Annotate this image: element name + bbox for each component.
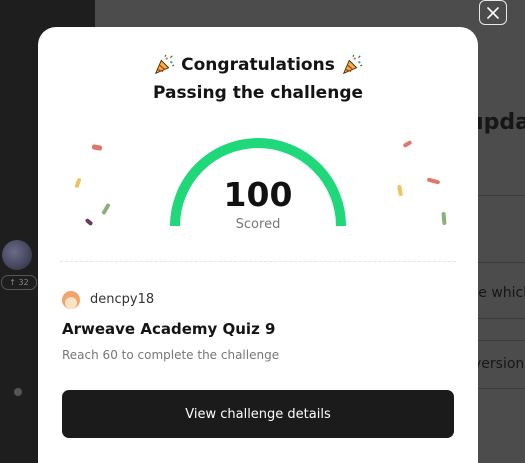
confetti-piece	[402, 140, 413, 148]
backdrop-text-fragment: ve which	[470, 285, 525, 301]
username: dencpy18	[90, 292, 155, 307]
backdrop-badge: ↑ 32	[1, 275, 37, 290]
party-popper-icon	[155, 54, 175, 75]
quiz-description: Reach 60 to complete the challenge	[62, 348, 280, 362]
close-button[interactable]	[479, 0, 507, 25]
party-popper-icon	[342, 54, 363, 75]
quiz-title: Arweave Academy Quiz 9	[62, 320, 276, 338]
score-value: 100	[223, 175, 293, 214]
backdrop-text-fragment: version	[473, 356, 525, 372]
congratulations-modal: Congratulations Passing the challenge 10…	[38, 27, 478, 463]
score-label: Scored	[235, 217, 281, 232]
view-challenge-details-button[interactable]: View challenge details	[62, 390, 454, 438]
modal-title-row: Congratulations	[38, 54, 478, 76]
close-icon	[487, 6, 499, 19]
section-divider	[60, 261, 456, 262]
backdrop-avatar	[2, 240, 32, 270]
confetti-piece	[91, 144, 103, 151]
backdrop-dot	[14, 388, 22, 396]
modal-title: Congratulations	[181, 55, 335, 75]
modal-subtitle: Passing the challenge	[152, 83, 364, 103]
user-avatar	[62, 291, 80, 309]
